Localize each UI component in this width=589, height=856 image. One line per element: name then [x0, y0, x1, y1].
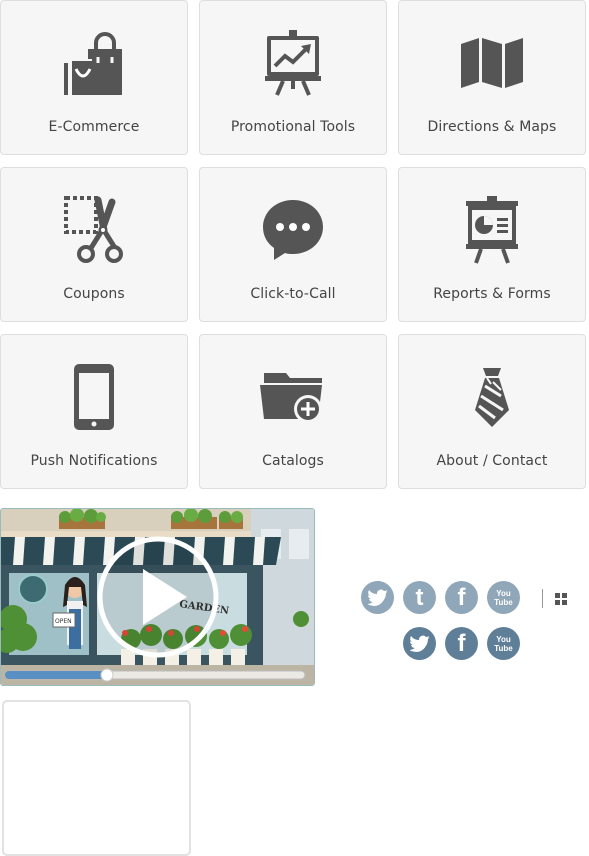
twitter-bird-icon[interactable]	[361, 581, 394, 614]
tile-e-commerce[interactable]: E-Commerce	[0, 0, 188, 155]
video-thumbnail: GARDEN OPEN	[1, 509, 314, 685]
video-player[interactable]: GARDEN OPEN	[0, 508, 315, 686]
twitter-bird-icon[interactable]	[403, 627, 436, 660]
scissors-coupon-icon	[58, 194, 130, 266]
tile-label: Catalogs	[262, 453, 324, 469]
svg-text:OPEN: OPEN	[55, 618, 72, 625]
facebook-icon[interactable]: f	[445, 627, 478, 660]
tile-directions-maps[interactable]: Directions & Maps	[398, 0, 586, 155]
tile-about-contact[interactable]: About / Contact	[398, 334, 586, 489]
pie-chart-board-icon	[456, 194, 528, 266]
folder-add-icon	[257, 361, 329, 433]
tile-reports-forms[interactable]: Reports & Forms	[398, 167, 586, 322]
empty-widget-box	[2, 700, 191, 856]
tile-label: Directions & Maps	[427, 119, 557, 135]
tile-label: Click-to-Call	[250, 286, 336, 302]
video-progress-fill	[5, 671, 107, 679]
video-progress-handle[interactable]	[100, 668, 114, 682]
map-icon	[456, 27, 528, 99]
shopping-bag-icon	[58, 27, 130, 99]
facebook-icon[interactable]: f	[445, 581, 478, 614]
necktie-icon	[456, 361, 528, 433]
tile-label: Push Notifications	[30, 453, 158, 469]
tile-catalogs[interactable]: Catalogs	[199, 334, 387, 489]
smartphone-icon	[58, 361, 130, 433]
tile-coupons[interactable]: Coupons	[0, 167, 188, 322]
tile-click-to-call[interactable]: Click-to-Call	[199, 167, 387, 322]
tile-label: E-Commerce	[48, 119, 140, 135]
tile-push-notifications[interactable]: Push Notifications	[0, 334, 188, 489]
tile-label: Promotional Tools	[230, 119, 356, 135]
chat-bubble-icon	[257, 194, 329, 266]
youtube-icon[interactable]: You Tube	[487, 627, 520, 660]
grid-view-icon[interactable]	[555, 593, 567, 605]
tile-label: Coupons	[63, 286, 125, 302]
tile-promotional-tools[interactable]: Promotional Tools	[199, 0, 387, 155]
presentation-chart-icon	[257, 27, 329, 99]
tile-label: Reports & Forms	[433, 286, 551, 302]
youtube-icon[interactable]: You Tube	[487, 581, 520, 614]
divider	[542, 589, 543, 608]
tile-label: About / Contact	[436, 453, 548, 469]
play-icon[interactable]	[97, 536, 219, 658]
twitter-t-icon[interactable]: t	[403, 581, 436, 614]
